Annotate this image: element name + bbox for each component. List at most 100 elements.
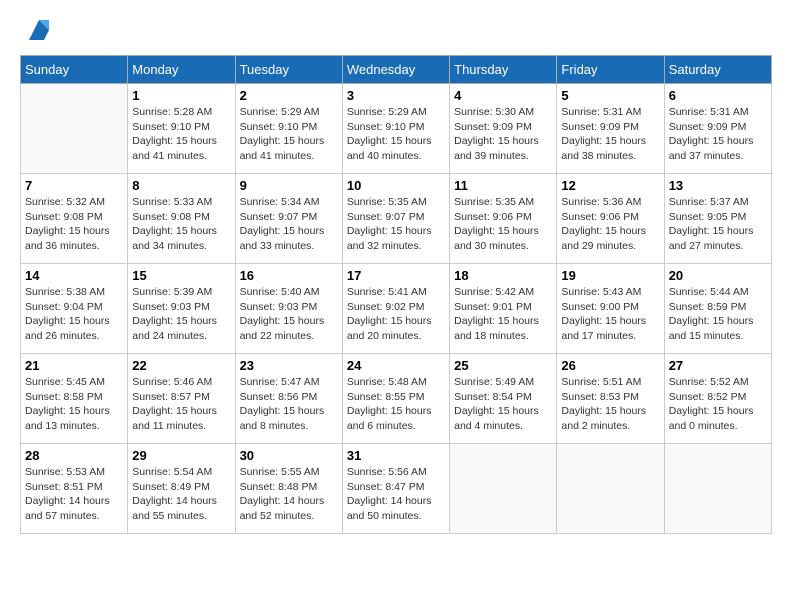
day-number: 20 [669,268,767,283]
calendar-cell [21,84,128,174]
day-info: Sunrise: 5:35 AM Sunset: 9:06 PM Dayligh… [454,195,552,254]
weekday-header-sunday: Sunday [21,56,128,84]
calendar-cell: 30 Sunrise: 5:55 AM Sunset: 8:48 PM Dayli… [235,444,342,534]
calendar-cell: 19Sunrise: 5:43 AM Sunset: 9:00 PM Dayli… [557,264,664,354]
day-info: Sunrise: 5:41 AM Sunset: 9:02 PM Dayligh… [347,285,445,344]
day-number: 1 [132,88,230,103]
calendar-cell: 4 Sunrise: 5:30 AM Sunset: 9:09 PM Daylig… [450,84,557,174]
calendar-cell: 9 Sunrise: 5:34 AM Sunset: 9:07 PM Daylig… [235,174,342,264]
week-row-1: 1 Sunrise: 5:28 AM Sunset: 9:10 PM Daylig… [21,84,772,174]
calendar-cell: 17 Sunrise: 5:41 AM Sunset: 9:02 PM Dayli… [342,264,449,354]
day-number: 23 [240,358,338,373]
calendar-cell: 25 Sunrise: 5:49 AM Sunset: 8:54 PM Dayli… [450,354,557,444]
calendar-cell: 10 Sunrise: 5:35 AM Sunset: 9:07 PM Dayli… [342,174,449,264]
day-info: Sunrise: 5:51 AM Sunset: 8:53 PM Dayligh… [561,375,659,434]
day-info: Sunrise: 5:35 AM Sunset: 9:07 PM Dayligh… [347,195,445,254]
day-number: 30 [240,448,338,463]
calendar-cell [664,444,771,534]
day-number: 10 [347,178,445,193]
day-info: Sunrise: 5:39 AM Sunset: 9:03 PM Dayligh… [132,285,230,344]
calendar-cell: 24 Sunrise: 5:48 AM Sunset: 8:55 PM Dayli… [342,354,449,444]
calendar-cell: 23 Sunrise: 5:47 AM Sunset: 8:56 PM Dayli… [235,354,342,444]
day-number: 2 [240,88,338,103]
calendar-cell: 13 Sunrise: 5:37 AM Sunset: 9:05 PM Dayli… [664,174,771,264]
day-info: Sunrise: 5:38 AM Sunset: 9:04 PM Dayligh… [25,285,123,344]
day-info: Sunrise: 5:43 AM Sunset: 9:00 PM Dayligh… [561,285,659,344]
logo [20,20,54,45]
day-number: 5 [561,88,659,103]
calendar-cell: 14Sunrise: 5:38 AM Sunset: 9:04 PM Dayli… [21,264,128,354]
calendar-cell: 15 Sunrise: 5:39 AM Sunset: 9:03 PM Dayli… [128,264,235,354]
weekday-header-thursday: Thursday [450,56,557,84]
day-number: 9 [240,178,338,193]
day-info: Sunrise: 5:31 AM Sunset: 9:09 PM Dayligh… [561,105,659,164]
header [20,20,772,45]
day-number: 27 [669,358,767,373]
day-info: Sunrise: 5:29 AM Sunset: 9:10 PM Dayligh… [240,105,338,164]
day-info: Sunrise: 5:40 AM Sunset: 9:03 PM Dayligh… [240,285,338,344]
weekday-header-monday: Monday [128,56,235,84]
calendar-cell: 7Sunrise: 5:32 AM Sunset: 9:08 PM Daylig… [21,174,128,264]
day-number: 28 [25,448,123,463]
calendar-cell: 3 Sunrise: 5:29 AM Sunset: 9:10 PM Daylig… [342,84,449,174]
day-info: Sunrise: 5:49 AM Sunset: 8:54 PM Dayligh… [454,375,552,434]
day-number: 24 [347,358,445,373]
day-info: Sunrise: 5:44 AM Sunset: 8:59 PM Dayligh… [669,285,767,344]
week-row-4: 21Sunrise: 5:45 AM Sunset: 8:58 PM Dayli… [21,354,772,444]
day-number: 18 [454,268,552,283]
calendar-cell: 21Sunrise: 5:45 AM Sunset: 8:58 PM Dayli… [21,354,128,444]
logo-icon [24,15,54,45]
day-number: 22 [132,358,230,373]
day-info: Sunrise: 5:30 AM Sunset: 9:09 PM Dayligh… [454,105,552,164]
calendar-cell [557,444,664,534]
day-number: 13 [669,178,767,193]
week-row-2: 7Sunrise: 5:32 AM Sunset: 9:08 PM Daylig… [21,174,772,264]
calendar: SundayMondayTuesdayWednesdayThursdayFrid… [20,55,772,534]
calendar-cell: 27 Sunrise: 5:52 AM Sunset: 8:52 PM Dayli… [664,354,771,444]
day-number: 8 [132,178,230,193]
calendar-cell: 12 Sunrise: 5:36 AM Sunset: 9:06 PM Dayli… [557,174,664,264]
week-row-5: 28Sunrise: 5:53 AM Sunset: 8:51 PM Dayli… [21,444,772,534]
week-row-3: 14Sunrise: 5:38 AM Sunset: 9:04 PM Dayli… [21,264,772,354]
day-info: Sunrise: 5:54 AM Sunset: 8:49 PM Dayligh… [132,465,230,524]
day-number: 4 [454,88,552,103]
calendar-cell [450,444,557,534]
calendar-cell: 29 Sunrise: 5:54 AM Sunset: 8:49 PM Dayli… [128,444,235,534]
day-info: Sunrise: 5:37 AM Sunset: 9:05 PM Dayligh… [669,195,767,254]
day-number: 29 [132,448,230,463]
day-number: 15 [132,268,230,283]
calendar-cell: 28Sunrise: 5:53 AM Sunset: 8:51 PM Dayli… [21,444,128,534]
calendar-cell: 22Sunrise: 5:46 AM Sunset: 8:57 PM Dayli… [128,354,235,444]
weekday-header-friday: Friday [557,56,664,84]
day-info: Sunrise: 5:32 AM Sunset: 9:08 PM Dayligh… [25,195,123,254]
day-info: Sunrise: 5:55 AM Sunset: 8:48 PM Dayligh… [240,465,338,524]
day-number: 26 [561,358,659,373]
day-info: Sunrise: 5:47 AM Sunset: 8:56 PM Dayligh… [240,375,338,434]
day-number: 12 [561,178,659,193]
day-info: Sunrise: 5:36 AM Sunset: 9:06 PM Dayligh… [561,195,659,254]
day-info: Sunrise: 5:31 AM Sunset: 9:09 PM Dayligh… [669,105,767,164]
weekday-header-wednesday: Wednesday [342,56,449,84]
day-info: Sunrise: 5:28 AM Sunset: 9:10 PM Dayligh… [132,105,230,164]
day-number: 17 [347,268,445,283]
calendar-cell: 11 Sunrise: 5:35 AM Sunset: 9:06 PM Dayli… [450,174,557,264]
day-info: Sunrise: 5:34 AM Sunset: 9:07 PM Dayligh… [240,195,338,254]
day-number: 25 [454,358,552,373]
calendar-cell: 2 Sunrise: 5:29 AM Sunset: 9:10 PM Daylig… [235,84,342,174]
day-number: 11 [454,178,552,193]
day-number: 3 [347,88,445,103]
weekday-header-row: SundayMondayTuesdayWednesdayThursdayFrid… [21,56,772,84]
calendar-cell: 8 Sunrise: 5:33 AM Sunset: 9:08 PM Daylig… [128,174,235,264]
weekday-header-tuesday: Tuesday [235,56,342,84]
day-info: Sunrise: 5:33 AM Sunset: 9:08 PM Dayligh… [132,195,230,254]
calendar-cell: 6 Sunrise: 5:31 AM Sunset: 9:09 PM Daylig… [664,84,771,174]
calendar-cell: 26 Sunrise: 5:51 AM Sunset: 8:53 PM Dayli… [557,354,664,444]
calendar-cell: 1 Sunrise: 5:28 AM Sunset: 9:10 PM Daylig… [128,84,235,174]
day-number: 6 [669,88,767,103]
day-info: Sunrise: 5:48 AM Sunset: 8:55 PM Dayligh… [347,375,445,434]
day-number: 16 [240,268,338,283]
calendar-cell: 18 Sunrise: 5:42 AM Sunset: 9:01 PM Dayli… [450,264,557,354]
day-info: Sunrise: 5:29 AM Sunset: 9:10 PM Dayligh… [347,105,445,164]
day-info: Sunrise: 5:42 AM Sunset: 9:01 PM Dayligh… [454,285,552,344]
day-info: Sunrise: 5:52 AM Sunset: 8:52 PM Dayligh… [669,375,767,434]
